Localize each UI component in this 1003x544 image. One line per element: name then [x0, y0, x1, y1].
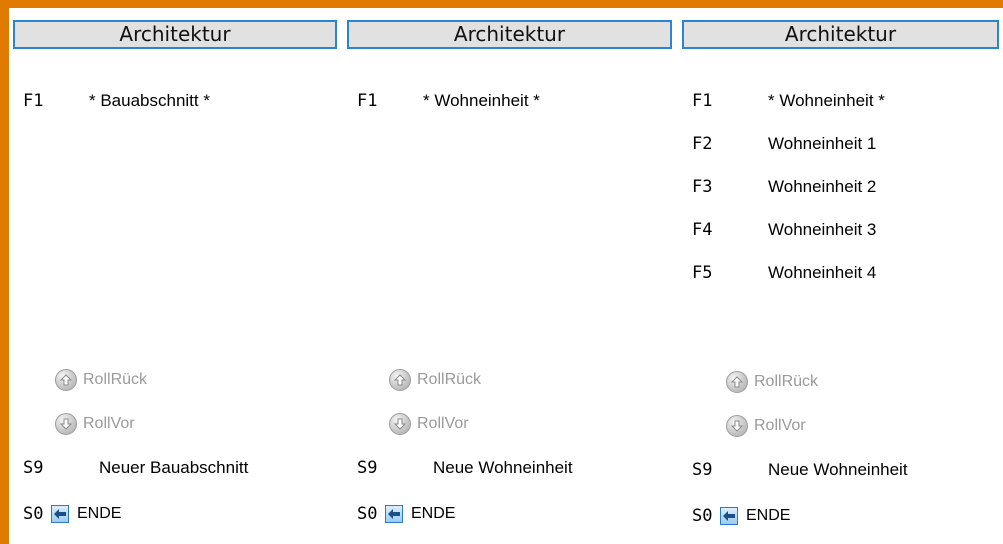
back-arrow-icon [385, 505, 403, 523]
menu-item-s0-ende[interactable]: S0 ENDE [343, 499, 676, 529]
scroll-back-label: RollRück [417, 371, 482, 388]
menu-item-label: * Wohneinheit * [423, 91, 540, 110]
menu-item-label: Wohneinheit 1 [768, 134, 877, 153]
function-key-label: S9 [692, 460, 713, 480]
menu-item-s0-ende[interactable]: S0 ENDE [9, 499, 341, 529]
function-key-label: S0 [357, 504, 378, 524]
arrow-up-circle-icon [726, 371, 748, 393]
menu-item-f1[interactable]: F1 * Wohneinheit * [343, 86, 676, 116]
frame-border-left [0, 0, 9, 544]
back-arrow-icon [720, 507, 738, 525]
arrow-down-circle-icon [726, 415, 748, 437]
function-key-label: F1 [357, 91, 378, 111]
function-key-label: F4 [692, 220, 713, 240]
function-key-label: S9 [357, 458, 378, 478]
back-arrow-icon [51, 505, 69, 523]
function-key-label: S9 [23, 458, 44, 478]
function-key-label: F2 [692, 134, 713, 154]
scroll-forward-label: RollVor [83, 415, 135, 432]
panel-header-button[interactable]: Architektur [347, 20, 672, 49]
panel-header-button[interactable]: Architektur [682, 20, 999, 49]
menu-item-f1[interactable]: F1 * Wohneinheit * [678, 86, 1003, 116]
scroll-back-label: RollRück [754, 373, 819, 390]
function-key-label: F3 [692, 177, 713, 197]
menu-item-f1[interactable]: F1 * Bauabschnitt * [9, 86, 341, 116]
arrow-up-circle-icon [389, 369, 411, 391]
menu-item-label: * Wohneinheit * [768, 91, 885, 110]
function-key-label: S0 [692, 506, 713, 526]
menu-item-label: ENDE [77, 505, 122, 522]
menu-item-s9[interactable]: S9 Neuer Bauabschnitt [9, 453, 341, 483]
frame-border-top [0, 0, 1003, 8]
menu-panel-wohneinheit-b: Architektur F1 * Wohneinheit * F2 Wohnei… [678, 8, 1003, 544]
menu-item-f3[interactable]: F3 Wohneinheit 2 [678, 172, 1003, 202]
menu-item-f2[interactable]: F2 Wohneinheit 1 [678, 129, 1003, 159]
function-key-label: F1 [23, 91, 44, 111]
menu-item-label: Wohneinheit 3 [768, 220, 877, 239]
scroll-forward-label: RollVor [417, 415, 469, 432]
menu-item-label: Wohneinheit 2 [768, 177, 877, 196]
arrow-up-circle-icon [55, 369, 77, 391]
function-key-label: F5 [692, 263, 713, 283]
menu-panel-bauabschnitt: Architektur F1 * Bauabschnitt * RollRück… [9, 8, 341, 544]
menu-item-label: ENDE [746, 507, 791, 524]
menu-item-label: Neue Wohneinheit [433, 458, 573, 477]
arrow-down-circle-icon [389, 413, 411, 435]
menu-item-f4[interactable]: F4 Wohneinheit 3 [678, 215, 1003, 245]
menu-item-f5[interactable]: F5 Wohneinheit 4 [678, 258, 1003, 288]
menu-panel-wohneinheit-a: Architektur F1 * Wohneinheit * RollRück … [343, 8, 676, 544]
menu-item-label: ENDE [411, 505, 456, 522]
menu-item-s9[interactable]: S9 Neue Wohneinheit [343, 453, 676, 483]
panel-header-button[interactable]: Architektur [13, 20, 337, 49]
function-key-label: F1 [692, 91, 713, 111]
menu-item-s0-ende[interactable]: S0 ENDE [678, 501, 1003, 531]
scroll-back-label: RollRück [83, 371, 148, 388]
menu-item-s9[interactable]: S9 Neue Wohneinheit [678, 455, 1003, 485]
menu-item-label: * Bauabschnitt * [89, 91, 210, 110]
menu-item-label: Neue Wohneinheit [768, 460, 908, 479]
menu-item-label: Wohneinheit 4 [768, 263, 877, 282]
arrow-down-circle-icon [55, 413, 77, 435]
function-key-label: S0 [23, 504, 44, 524]
scroll-forward-label: RollVor [754, 417, 806, 434]
menu-item-label: Neuer Bauabschnitt [99, 458, 249, 477]
